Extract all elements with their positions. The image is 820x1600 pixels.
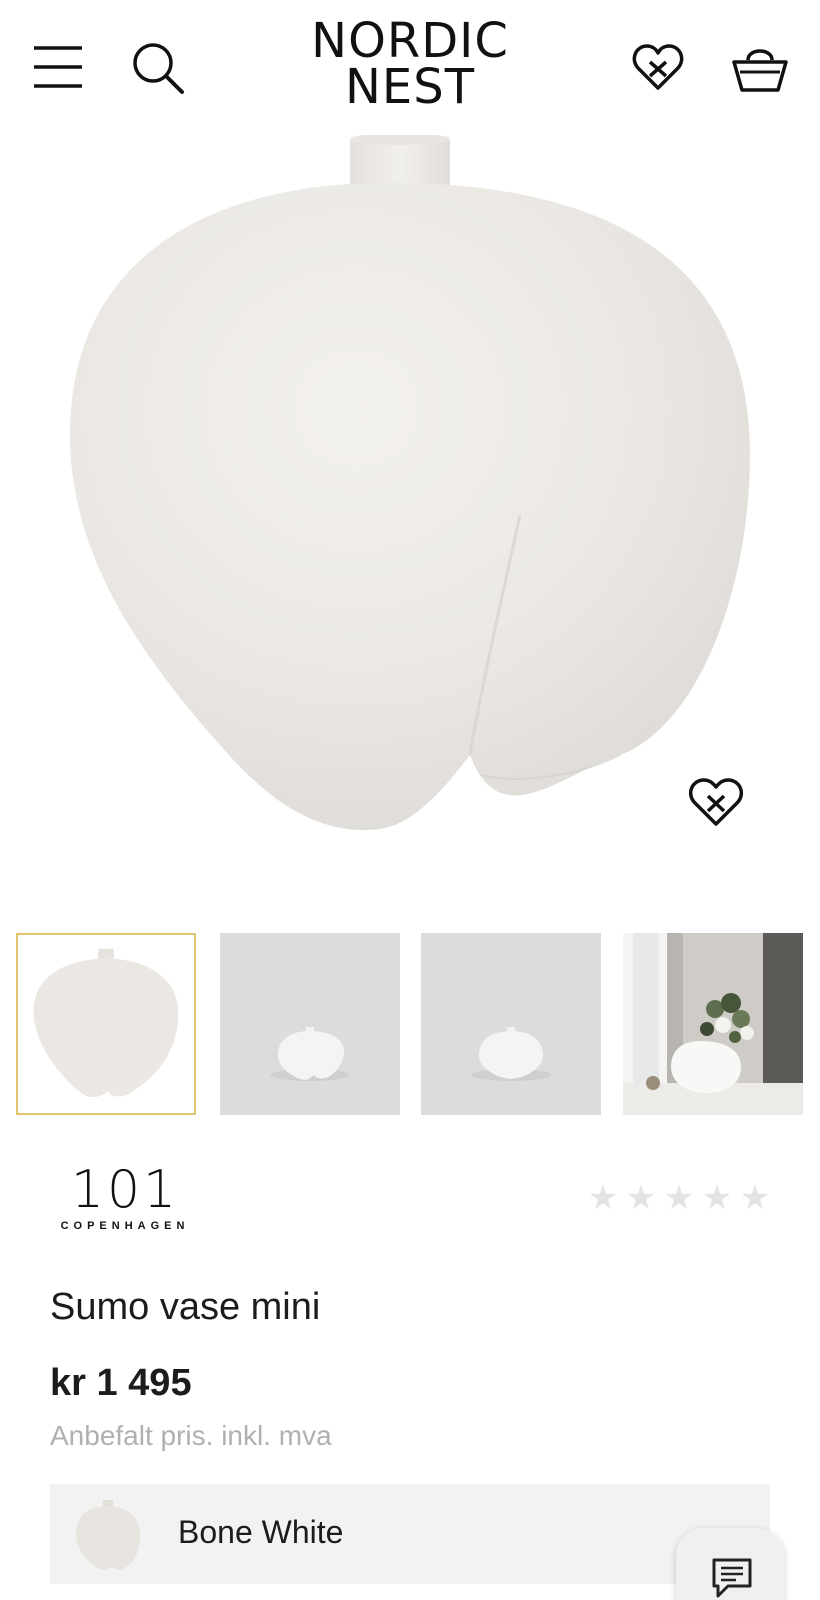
logo-line-1: NORDIC xyxy=(311,13,509,69)
thumbnail-vase-side-image xyxy=(421,933,601,1115)
brand-logo[interactable]: 101 COPENHAGEN xyxy=(50,1162,200,1232)
thumbnail-interior-image xyxy=(623,933,803,1115)
thumbnail-strip xyxy=(16,933,806,1117)
variant-vase-thumbnail xyxy=(76,1500,140,1571)
price-note: Anbefalt pris. inkl. mva xyxy=(50,1420,332,1451)
variant-label: Bone White xyxy=(178,1514,344,1550)
thumbnail-vase-small-image xyxy=(220,933,400,1115)
logo-line-2: NEST xyxy=(344,59,476,115)
thumbnail-2[interactable] xyxy=(220,933,400,1115)
star-icon: ★ xyxy=(663,1179,695,1217)
search-icon[interactable] xyxy=(130,40,186,96)
star-icon: ★ xyxy=(625,1179,657,1217)
star-icon: ★ xyxy=(701,1179,733,1217)
product-price: kr 1 495 xyxy=(50,1362,192,1404)
star-icon: ★ xyxy=(739,1179,771,1217)
rating-stars[interactable]: ★ ★ ★ ★ ★ xyxy=(584,1180,774,1216)
menu-icon[interactable] xyxy=(32,44,84,90)
brand-city: COPENHAGEN xyxy=(60,1220,190,1232)
thumbnail-vase-image xyxy=(18,935,194,1113)
thumbnail-1[interactable] xyxy=(16,933,196,1115)
site-header: NORDIC NEST xyxy=(0,0,820,135)
wishlist-heart-icon[interactable] xyxy=(632,42,684,92)
product-title: Sumo vase mini xyxy=(50,1286,321,1328)
thumbnail-4[interactable] xyxy=(623,933,803,1115)
chat-bubble-icon xyxy=(712,1558,752,1598)
thumbnail-3[interactable] xyxy=(421,933,601,1115)
chat-button[interactable] xyxy=(676,1528,784,1600)
cart-basket-icon[interactable] xyxy=(730,40,790,96)
brand-number: 101 xyxy=(70,1160,180,1220)
color-variant-selector[interactable]: Bone White xyxy=(50,1484,770,1584)
hero-favorite-heart-icon[interactable] xyxy=(688,776,744,828)
star-icon: ★ xyxy=(587,1179,619,1217)
nordic-nest-logo[interactable]: NORDIC NEST xyxy=(300,13,520,115)
